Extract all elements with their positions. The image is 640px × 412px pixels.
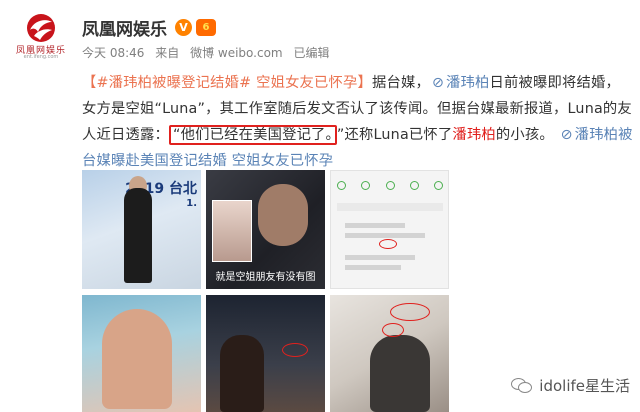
verified-v-icon[interactable]: V xyxy=(175,18,192,36)
image-thumbnail-6[interactable] xyxy=(330,295,449,412)
logo-subtext: ent.ifeng.com xyxy=(23,54,59,60)
image-thumbnail-2[interactable]: 就是空姐朋友有没有图 xyxy=(206,170,325,289)
circle-icon xyxy=(434,181,443,190)
watermark-text: idolife星生活 xyxy=(539,376,630,395)
quote-text: “他们已经在美国登记了。 xyxy=(172,127,333,143)
thumb1-banner-sub: 1. xyxy=(186,198,197,209)
image-thumbnail-5[interactable] xyxy=(206,295,325,412)
red-highlight-circle xyxy=(390,303,430,321)
circle-icon xyxy=(361,181,371,190)
post-text-3: ”还称Luna已怀了 xyxy=(336,127,453,143)
account-name-row: 凤凰网娱乐 V 6 xyxy=(82,15,216,40)
thumb2-caption: 就是空姐朋友有没有图 xyxy=(215,272,316,283)
post-source[interactable]: 微博 weibo.com xyxy=(190,46,283,60)
screenshot-tab-bar xyxy=(337,203,443,211)
image-thumbnail-4[interactable] xyxy=(82,295,201,412)
watermark: idolife星生活 xyxy=(511,374,630,396)
wechat-icon xyxy=(511,376,533,394)
user-mention[interactable]: 潘玮柏 xyxy=(446,75,490,91)
image-thumbnail-1[interactable]: 2019 台北 1. xyxy=(82,170,201,289)
source-prefix: 来自 xyxy=(155,46,180,60)
post-text-1: 据台媒， xyxy=(372,75,431,91)
red-highlight-circle xyxy=(382,323,404,337)
person-face xyxy=(258,184,308,246)
post-time[interactable]: 今天 08:46 xyxy=(82,46,144,60)
post-meta: 今天 08:46 来自 微博 weibo.com 已编辑 xyxy=(82,44,336,61)
topic-hashtag[interactable]: 【#潘玮柏被曝登记结婚# 空姐女友已怀孕】 xyxy=(82,75,372,91)
person-figure xyxy=(102,309,172,409)
vip-level-icon[interactable]: 6 xyxy=(196,18,216,36)
screenshot-text-line xyxy=(345,233,425,238)
account-name[interactable]: 凤凰网娱乐 xyxy=(82,15,167,40)
post-text-4: 的小孩。 xyxy=(495,127,554,143)
account-avatar[interactable]: 凤凰网娱乐 ent.ifeng.com xyxy=(10,10,72,62)
user-mention-icon: ⊘ xyxy=(431,75,445,91)
poster-photo xyxy=(212,200,252,262)
screenshot-icon-row xyxy=(337,181,443,195)
person-figure xyxy=(220,335,264,412)
person-figure xyxy=(124,188,152,283)
circle-icon xyxy=(385,181,395,190)
post-header: 凤凰网娱乐 ent.ifeng.com 凤凰网娱乐 V 6 今天 08:46 来… xyxy=(0,0,640,66)
red-highlight-circle xyxy=(379,239,397,249)
person-figure xyxy=(370,335,430,412)
link-icon: ⊘ xyxy=(560,127,573,143)
screenshot-text-line xyxy=(345,223,405,228)
circle-icon xyxy=(409,181,419,190)
post-text: 【#潘玮柏被曝登记结婚# 空姐女友已怀孕】据台媒， ⊘ 潘玮柏日前被曝即将结婚，女方… xyxy=(82,70,634,174)
screenshot-text-line xyxy=(345,265,401,270)
circle-icon xyxy=(337,181,346,190)
image-thumbnail-3[interactable] xyxy=(330,170,449,289)
red-highlight-circle xyxy=(282,343,308,357)
highlighted-quote: “他们已经在美国登记了。 xyxy=(168,125,337,145)
ifeng-logo-icon xyxy=(27,14,55,42)
screenshot-text-line xyxy=(345,255,415,260)
highlighted-name: 潘玮柏 xyxy=(452,127,496,143)
edited-badge[interactable]: 已编辑 xyxy=(293,46,329,60)
